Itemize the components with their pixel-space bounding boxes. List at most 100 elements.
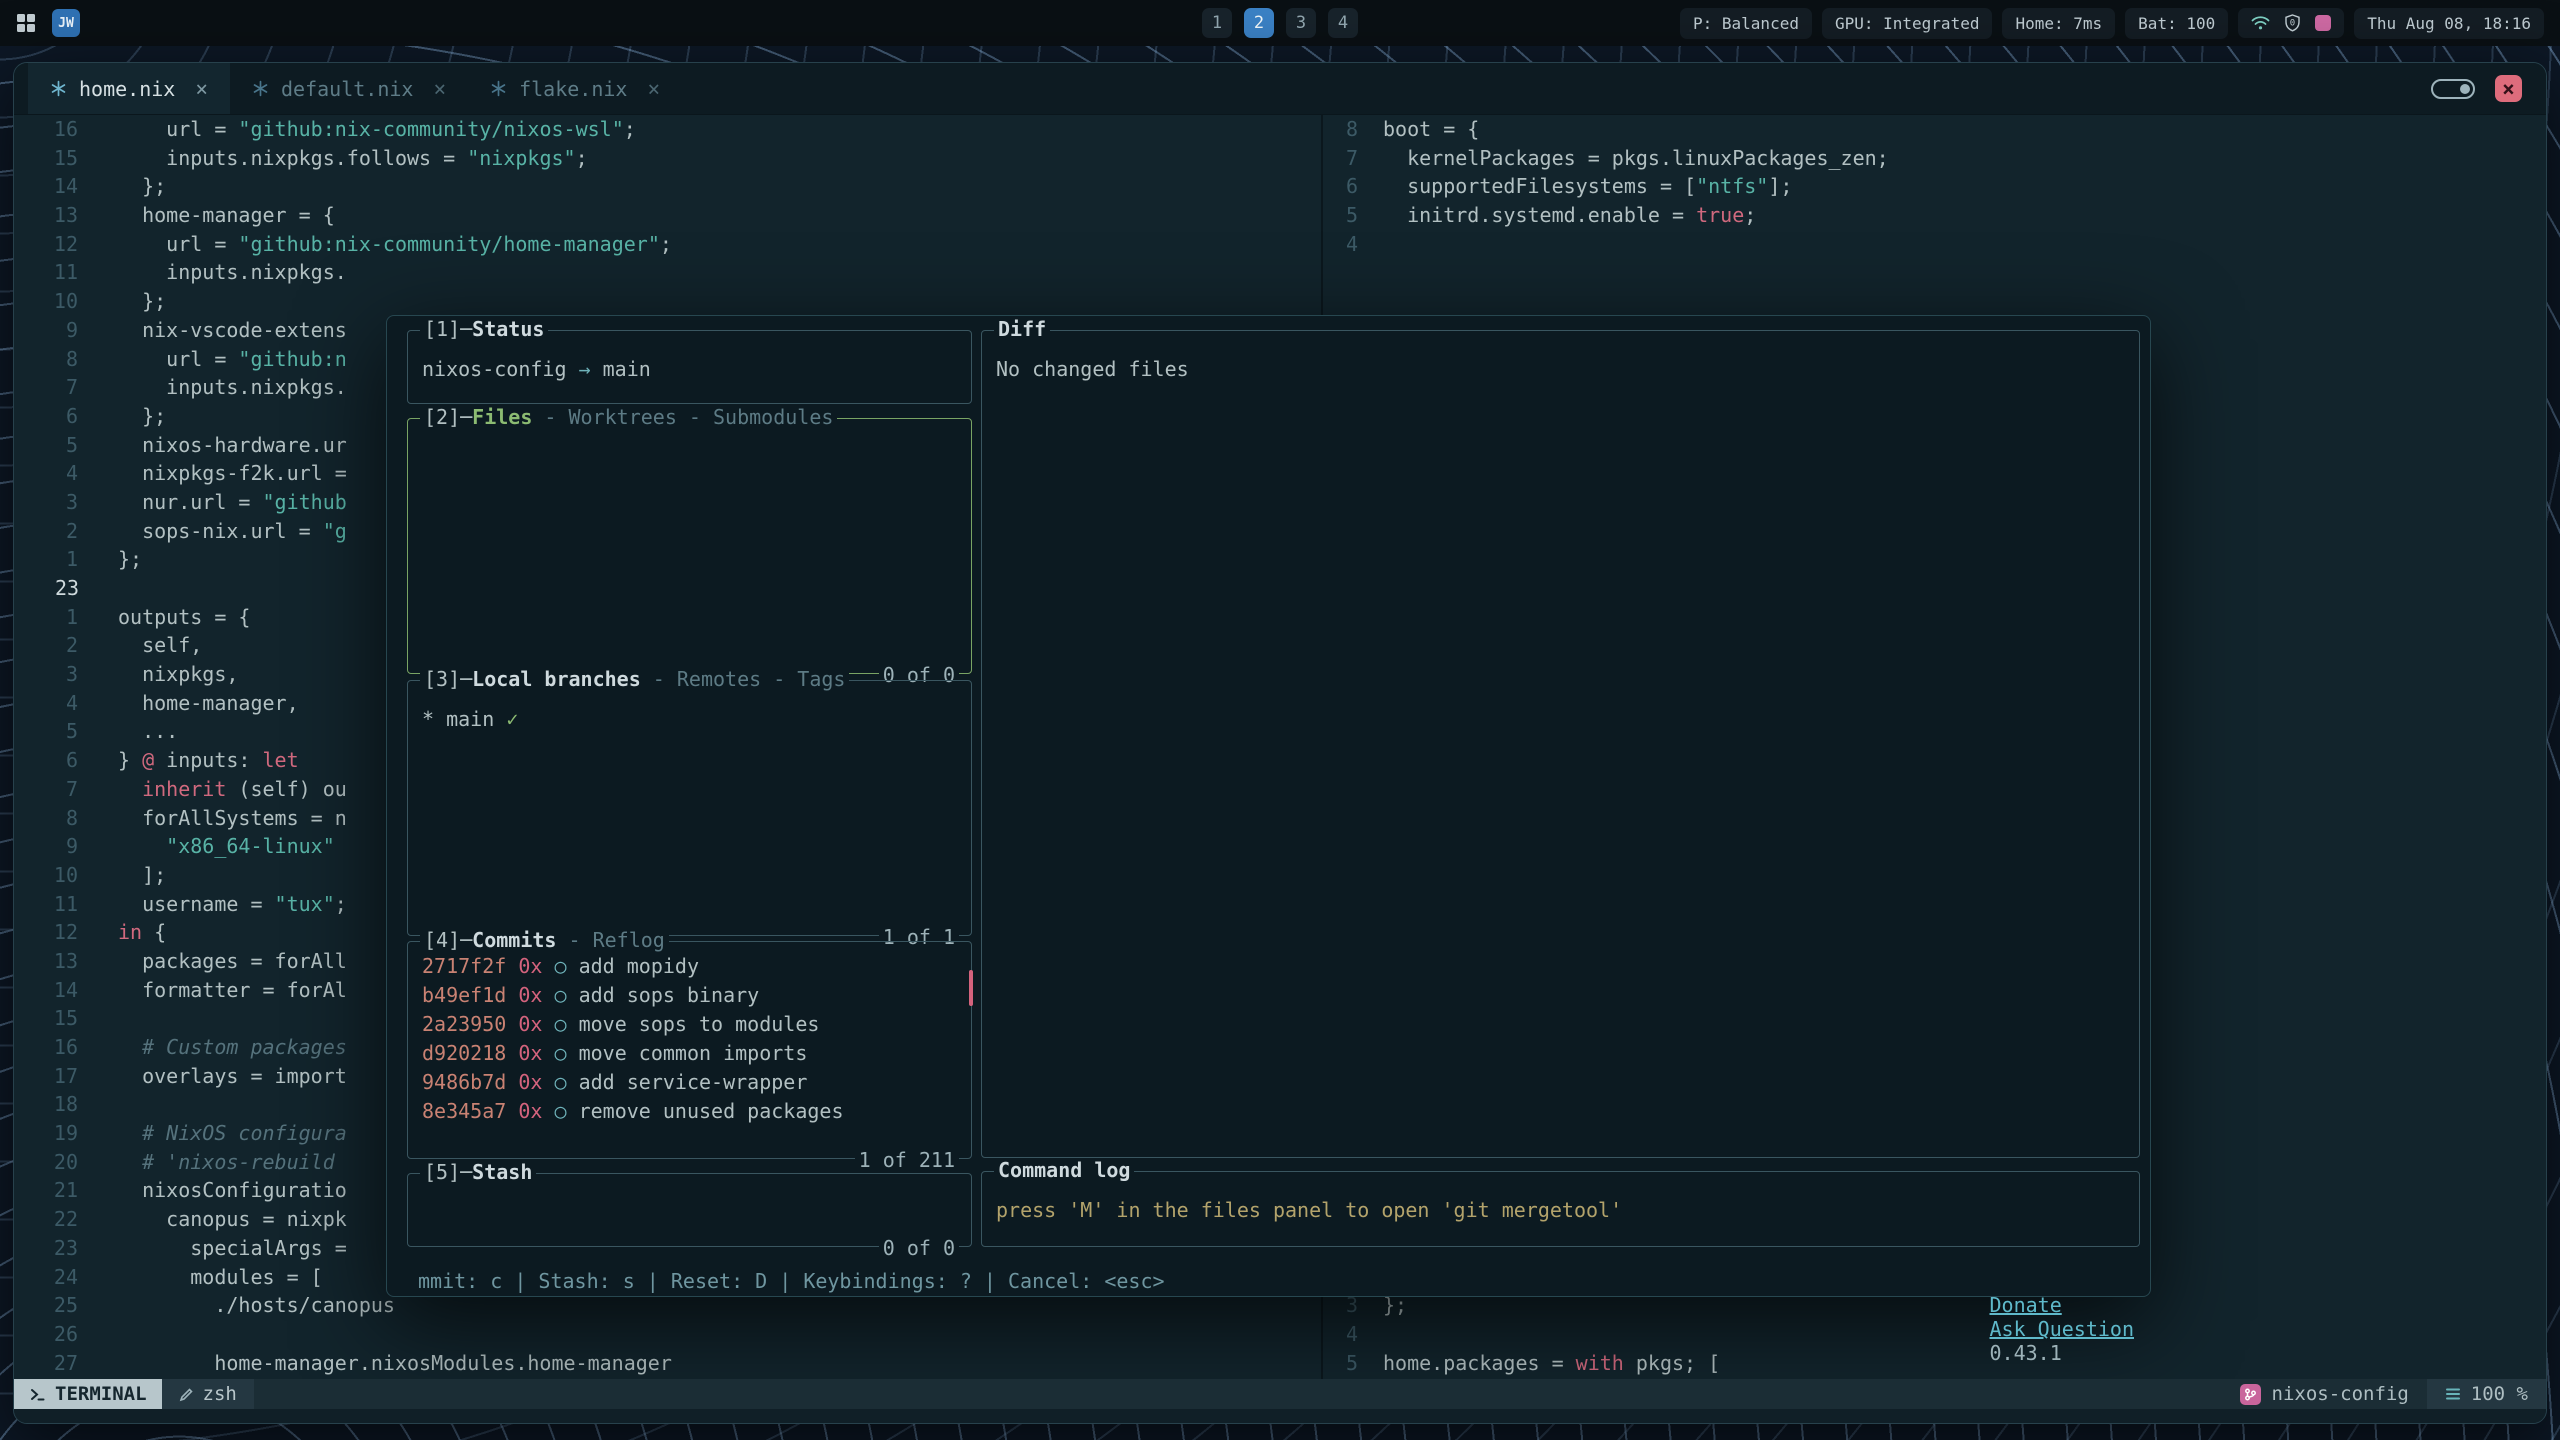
tab-flake.nix[interactable]: flake.nix × xyxy=(468,63,682,114)
top-bar: JW 1234 P: Balanced GPU: Integrated Home: … xyxy=(0,0,2560,46)
scroll-percent: 100 % xyxy=(2471,1383,2528,1405)
commit-row[interactable]: 2717f2f 0x ○ add mopidy xyxy=(422,952,957,981)
tab-home.nix[interactable]: home.nix × xyxy=(28,63,230,114)
shell-indicator: zsh xyxy=(162,1379,254,1409)
code-line[interactable]: 15 inputs.nixpkgs.follows = "nixpkgs"; xyxy=(14,144,1321,173)
shield-notifications-icon[interactable]: 0 xyxy=(2284,14,2301,32)
tab-default.nix[interactable]: default.nix × xyxy=(230,63,468,114)
bar-status-item: Home: 7ms xyxy=(2002,8,2115,39)
color-swatch-icon[interactable] xyxy=(2315,15,2331,31)
shell-label: zsh xyxy=(203,1383,237,1405)
nix-snowflake-icon xyxy=(490,80,507,97)
code-line[interactable]: 12 url = "github:nix-community/home-mana… xyxy=(14,230,1321,259)
lazygit-footer-links: Donate Ask Question 0.43.1 xyxy=(1851,1269,2134,1379)
lazygit-files-title: [2]─Files - Worktrees - Submodules xyxy=(420,405,837,429)
commit-row[interactable]: 9486b7d 0x ○ add service-wrapper xyxy=(422,1068,957,1097)
lazygit-commits-title: [4]─Commits - Reflog xyxy=(420,928,669,952)
lazygit-status-title: [1]─Status xyxy=(420,317,548,341)
code-line[interactable]: 11 inputs.nixpkgs. xyxy=(14,258,1321,287)
layout-toggle[interactable] xyxy=(2431,79,2475,99)
ask-question-link[interactable]: Ask Question xyxy=(1990,1317,2135,1341)
lazygit-keybar: mmit: c | Stash: s | Reset: D | Keybindi… xyxy=(418,1269,2134,1379)
code-line[interactable]: 4 xyxy=(1323,230,2546,259)
app-launcher-icon[interactable] xyxy=(16,13,36,33)
diff-content: No changed files xyxy=(982,331,2139,389)
bar-status-items: P: Balanced GPU: Integrated Home: 7ms Bat: … xyxy=(1680,8,2228,39)
nix-snowflake-icon xyxy=(50,80,67,97)
commit-list: 2717f2f 0x ○ add mopidyb49ef1d 0x ○ add … xyxy=(408,942,971,1134)
lazygit-branches-panel[interactable]: [3]─Local branches - Remotes - Tags * ma… xyxy=(407,680,972,936)
tab-label: home.nix xyxy=(79,77,175,101)
lazygit-diff-title: Diff xyxy=(994,317,1050,341)
bar-left-cluster: JW xyxy=(16,9,80,37)
lazygit-command-log-title: Command log xyxy=(994,1158,1134,1182)
window-close-button[interactable]: × xyxy=(2495,75,2522,102)
scroll-indicator: 100 % xyxy=(2427,1379,2546,1409)
workspaces: 1234 xyxy=(1202,8,1358,38)
window-controls: × xyxy=(2431,75,2532,102)
lazygit-float-window: [1]─Status nixos-config → main [2]─Files… xyxy=(386,315,2151,1297)
code-line[interactable]: 7 kernelPackages = pkgs.linuxPackages_ze… xyxy=(1323,144,2546,173)
statusline-right: nixos-config 100 % xyxy=(2222,1379,2546,1409)
command-log-content: press 'M' in the files panel to open 'gi… xyxy=(982,1172,2139,1230)
code-line[interactable]: 5 initrd.systemd.enable = true; xyxy=(1323,201,2546,230)
commits-scrollbar[interactable] xyxy=(969,970,973,1006)
bar-status-item: P: Balanced xyxy=(1680,8,1812,39)
workspace-button-2[interactable]: 2 xyxy=(1244,8,1274,38)
workspace-button-4[interactable]: 4 xyxy=(1328,8,1358,38)
commit-row[interactable]: 2a23950 0x ○ move sops to modules xyxy=(422,1010,957,1039)
cmdline-area xyxy=(14,1409,2546,1423)
lazygit-stash-count: 0 of 0 xyxy=(879,1236,959,1260)
lazygit-commits-count: 1 of 211 xyxy=(855,1148,959,1172)
workspace-button-1[interactable]: 1 xyxy=(1202,8,1232,38)
code-line[interactable]: 16 url = "github:nix-community/nixos-wsl… xyxy=(14,115,1321,144)
code-line[interactable]: 8boot = { xyxy=(1323,115,2546,144)
code-line[interactable]: 14 }; xyxy=(14,172,1321,201)
code-line[interactable] xyxy=(1323,258,2546,287)
lazygit-diff-panel[interactable]: Diff No changed files xyxy=(981,330,2140,1158)
tab-close-icon[interactable]: × xyxy=(647,77,660,101)
nix-snowflake-icon xyxy=(252,80,269,97)
wifi-icon[interactable] xyxy=(2251,15,2270,31)
lazygit-branches-title: [3]─Local branches - Remotes - Tags xyxy=(420,667,849,691)
bar-status-item: Bat: 100 xyxy=(2125,8,2228,39)
commit-row[interactable]: 8e345a7 0x ○ remove unused packages xyxy=(422,1097,957,1126)
terminal-window: home.nix × default.nix × flake.nix × × 16 url… xyxy=(13,62,2547,1424)
mode-indicator: TERMINAL xyxy=(14,1379,162,1409)
git-repo-icon xyxy=(2240,1384,2261,1405)
tab-close-icon[interactable]: × xyxy=(433,77,446,101)
lazygit-version: 0.43.1 xyxy=(1990,1341,2062,1365)
statusline: TERMINAL zsh nixos-config xyxy=(14,1379,2546,1409)
code-line[interactable] xyxy=(1323,287,2546,316)
tab-close-icon[interactable]: × xyxy=(195,77,208,101)
clock[interactable]: Thu Aug 08, 18:16 xyxy=(2354,8,2544,39)
tab-bar-tabs: home.nix × default.nix × flake.nix × xyxy=(28,63,682,114)
commit-row[interactable]: d920218 0x ○ move common imports xyxy=(422,1039,957,1068)
tab-label: flake.nix xyxy=(519,77,627,101)
bar-status-item: GPU: Integrated xyxy=(1822,8,1993,39)
code-line[interactable]: 6 supportedFilesystems = ["ntfs"]; xyxy=(1323,172,2546,201)
commit-row[interactable]: b49ef1d 0x ○ add sops binary xyxy=(422,981,957,1010)
edit-icon xyxy=(179,1387,194,1402)
repo-name: nixos-config xyxy=(2272,1383,2409,1405)
code-line[interactable]: 13 home-manager = { xyxy=(14,201,1321,230)
lazygit-stash-title: [5]─Stash xyxy=(420,1160,536,1184)
workspace-button-3[interactable]: 3 xyxy=(1286,8,1316,38)
lazygit-stash-panel[interactable]: [5]─Stash 0 of 0 xyxy=(407,1173,972,1247)
donate-link[interactable]: Donate xyxy=(1990,1293,2062,1317)
lines-icon xyxy=(2445,1387,2461,1401)
code-line[interactable]: 10 }; xyxy=(14,287,1321,316)
app-badge-icon[interactable]: JW xyxy=(52,9,80,37)
terminal-mode-icon xyxy=(29,1386,46,1403)
git-repo-indicator: nixos-config xyxy=(2222,1383,2427,1405)
bar-tray: 0 xyxy=(2238,8,2344,38)
lazygit-status-panel[interactable]: [1]─Status nixos-config → main xyxy=(407,330,972,404)
lazygit-files-panel[interactable]: [2]─Files - Worktrees - Submodules 0 of … xyxy=(407,418,972,674)
mode-label: TERMINAL xyxy=(55,1383,147,1405)
editor-area: 16 url = "github:nix-community/nixos-wsl… xyxy=(14,115,2546,1379)
tab-bar: home.nix × default.nix × flake.nix × × xyxy=(14,63,2546,115)
tab-label: default.nix xyxy=(281,77,413,101)
lazygit-commits-panel[interactable]: [4]─Commits - Reflog 2717f2f 0x ○ add mo… xyxy=(407,941,972,1159)
lazygit-command-log-panel[interactable]: Command log press 'M' in the files panel… xyxy=(981,1171,2140,1247)
keybindings-hint: mmit: c | Stash: s | Reset: D | Keybindi… xyxy=(418,1269,1165,1379)
